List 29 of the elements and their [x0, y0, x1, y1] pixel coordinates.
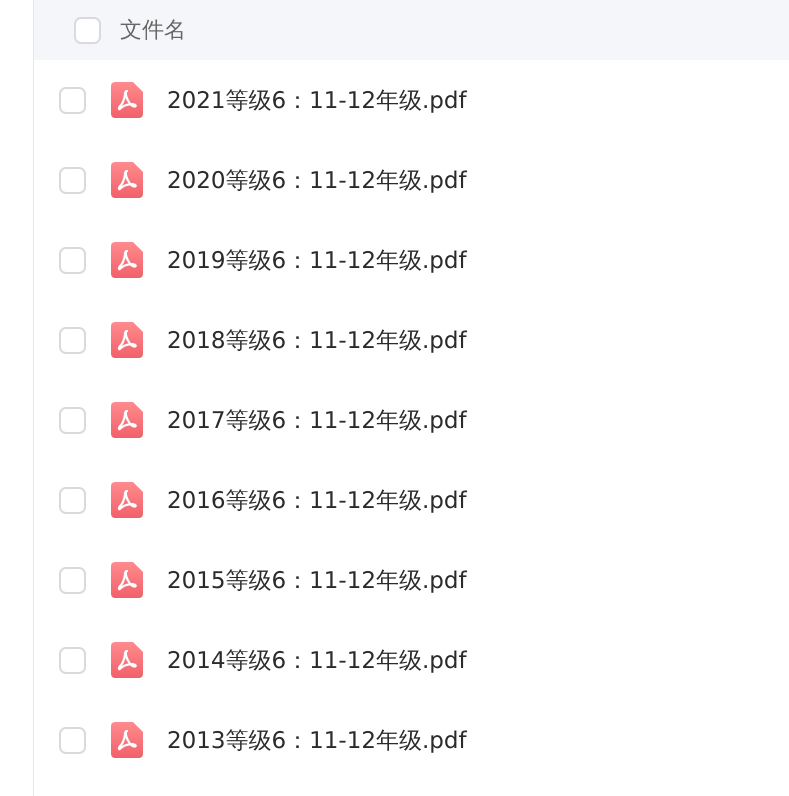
- file-name[interactable]: 2020等级6：11-12年级.pdf: [167, 164, 467, 196]
- pdf-file-icon: [111, 402, 143, 438]
- checkbox[interactable]: [74, 16, 101, 44]
- checkbox[interactable]: [59, 246, 86, 274]
- checkbox[interactable]: [59, 486, 86, 514]
- checkbox[interactable]: [59, 166, 86, 194]
- file-name[interactable]: 2017等级6：11-12年级.pdf: [167, 404, 467, 436]
- pdf-file-icon: [111, 722, 143, 758]
- column-header[interactable]: 文件名: [120, 15, 186, 45]
- checkbox[interactable]: [59, 406, 86, 434]
- pdf-file-icon: [111, 322, 143, 358]
- checkbox[interactable]: [59, 646, 86, 674]
- file-name[interactable]: 2018等级6：11-12年级.pdf: [167, 324, 467, 356]
- pdf-file-icon: [111, 242, 143, 278]
- file-name[interactable]: 2013等级6：11-12年级.pdf: [167, 724, 467, 756]
- pdf-file-icon: [111, 482, 143, 518]
- checkbox[interactable]: [59, 566, 86, 594]
- pdf-file-icon: [111, 82, 143, 118]
- checkbox[interactable]: [59, 86, 86, 114]
- file-name[interactable]: 2014等级6：11-12年级.pdf: [167, 644, 467, 676]
- file-name[interactable]: 2021等级6：11-12年级.pdf: [167, 84, 467, 116]
- file-name[interactable]: 2019等级6：11-12年级.pdf: [167, 244, 467, 276]
- pdf-file-icon: [111, 642, 143, 678]
- checkbox[interactable]: [59, 326, 86, 354]
- pdf-file-icon: [111, 162, 143, 198]
- file-name[interactable]: 2015等级6：11-12年级.pdf: [167, 564, 467, 596]
- pdf-file-icon: [111, 562, 143, 598]
- file-name[interactable]: 2016等级6：11-12年级.pdf: [167, 484, 467, 516]
- checkbox[interactable]: [59, 726, 86, 754]
